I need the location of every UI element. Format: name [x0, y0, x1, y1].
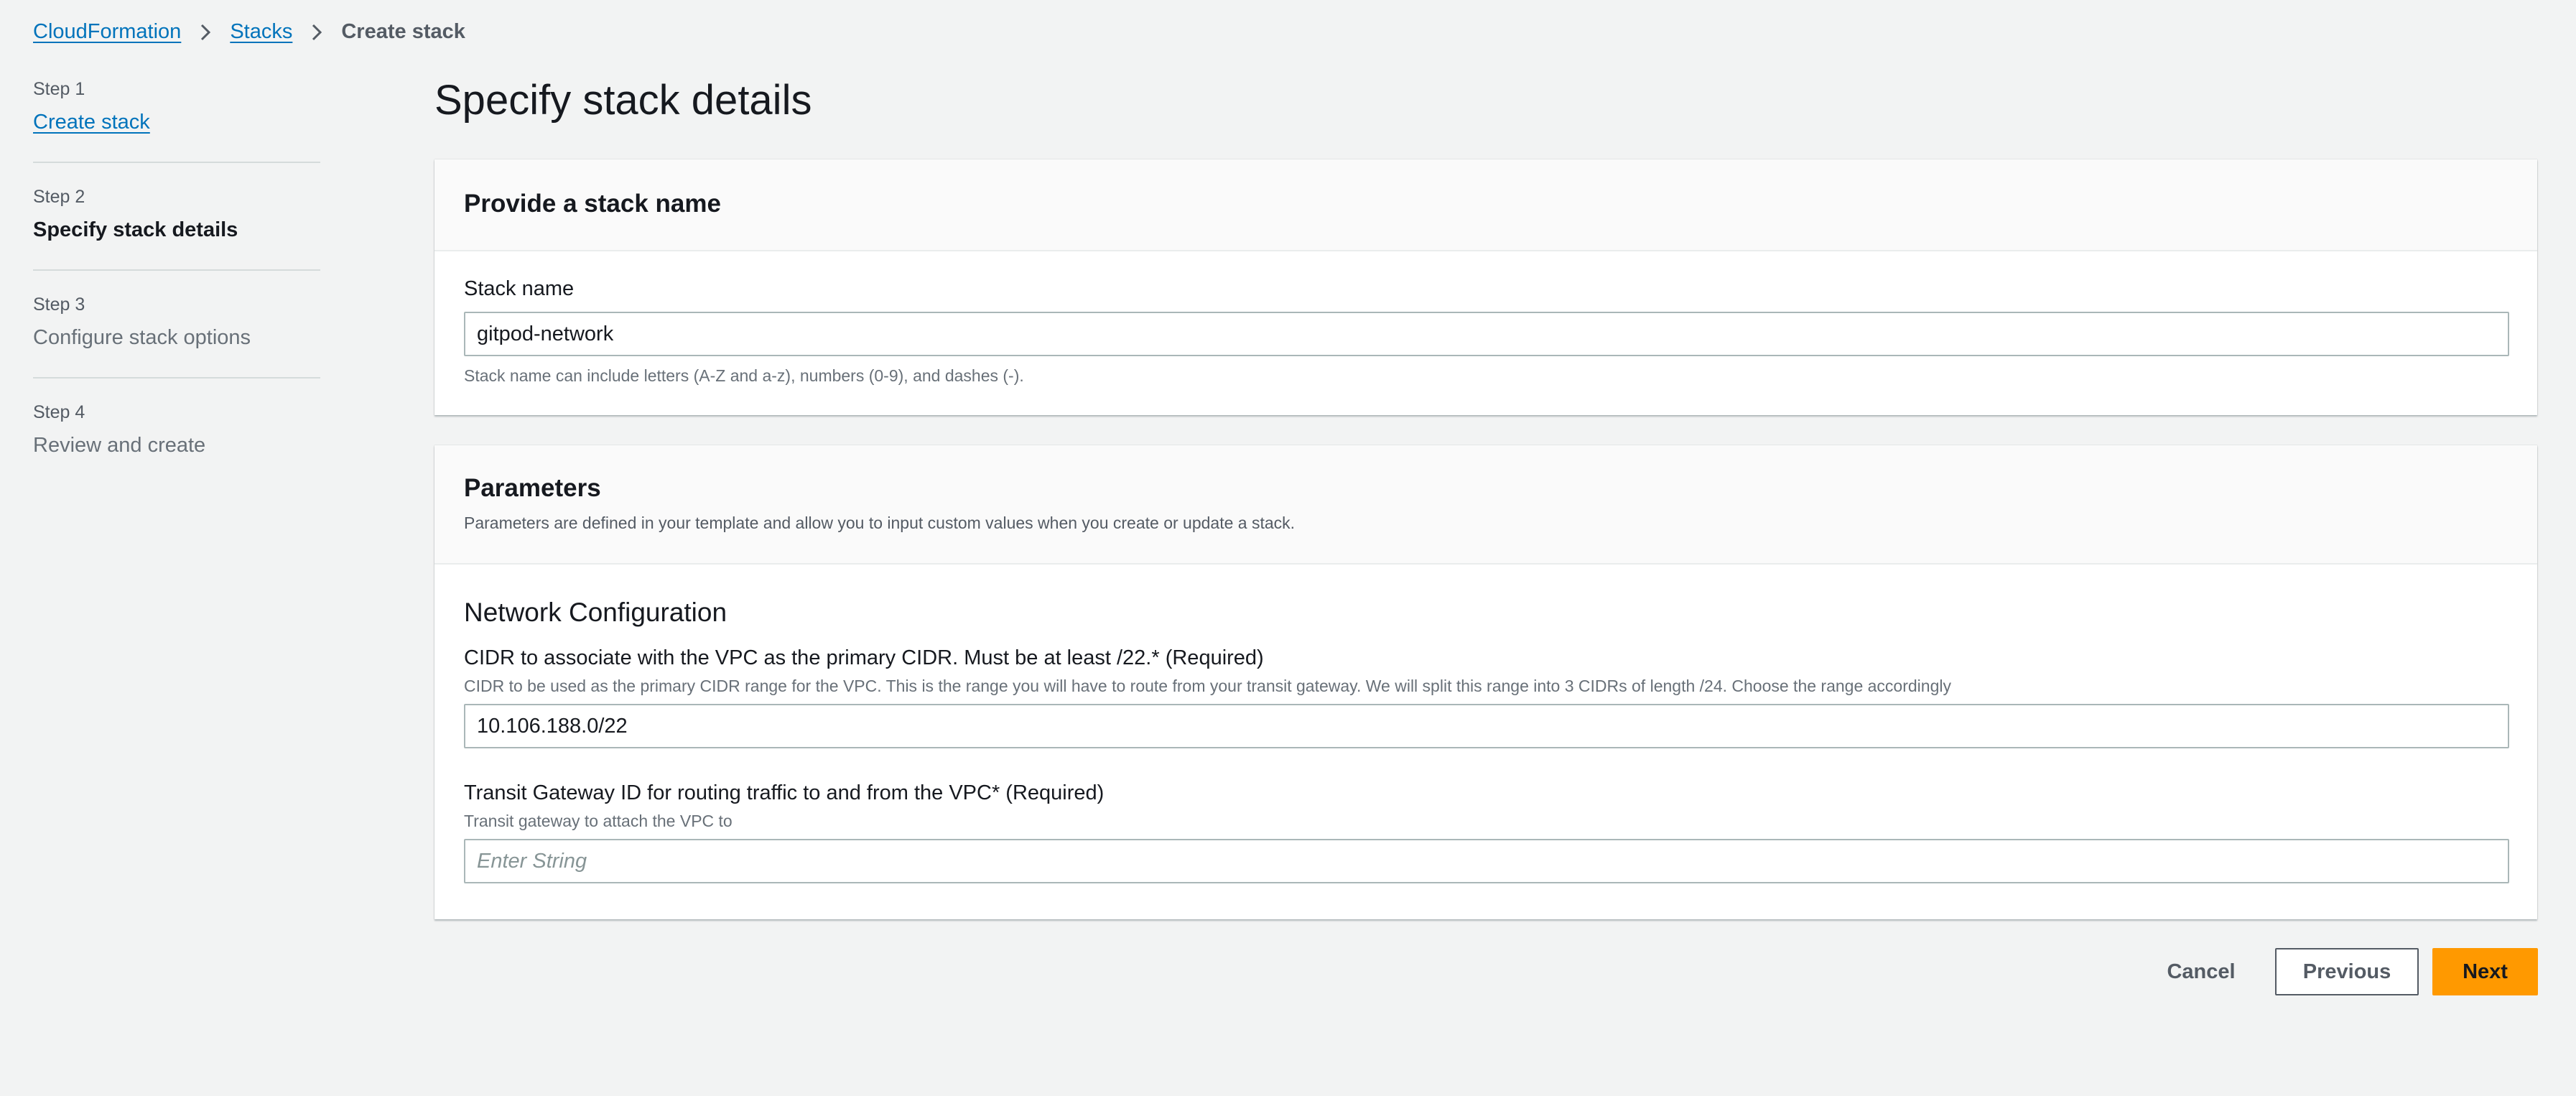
previous-button[interactable]: Previous: [2275, 948, 2419, 995]
cidr-label: CIDR to associate with the VPC as the pr…: [464, 646, 1264, 669]
step-number: Step 4: [33, 402, 85, 422]
step-2: Step 2 Specify stack details: [33, 184, 320, 292]
breadcrumb-link-stacks[interactable]: Stacks: [230, 20, 292, 44]
step-title: Review and create: [33, 434, 206, 457]
next-button[interactable]: Next: [2432, 948, 2538, 995]
divider: [33, 377, 320, 379]
page-title: Specify stack details: [434, 77, 812, 124]
divider: [33, 162, 320, 163]
stack-name-panel: Provide a stack name Stack name Stack na…: [434, 159, 2537, 415]
transit-gateway-hint: Transit gateway to attach the VPC to: [464, 812, 733, 830]
chevron-right-icon: [200, 23, 211, 42]
stack-name-hint: Stack name can include letters (A-Z and …: [464, 366, 1024, 385]
cancel-button[interactable]: Cancel: [2147, 948, 2255, 995]
chevron-right-icon: [311, 23, 322, 42]
step-number: Step 3: [33, 294, 85, 315]
breadcrumb-link-cloudformation[interactable]: CloudFormation: [33, 20, 181, 44]
step-number: Step 2: [33, 187, 85, 207]
breadcrumb-current: Create stack: [341, 20, 465, 43]
cidr-hint: CIDR to be used as the primary CIDR rang…: [464, 677, 1951, 695]
step-1: Step 1 Create stack: [33, 76, 320, 184]
transit-gateway-input[interactable]: [464, 839, 2509, 883]
stack-name-input[interactable]: [464, 312, 2509, 356]
panel-description: Parameters are defined in your template …: [464, 514, 1296, 532]
stack-name-label: Stack name: [464, 277, 575, 300]
wizard-steps: Step 1 Create stack Step 2 Specify stack…: [33, 76, 320, 507]
step-3: Step 3 Configure stack options: [33, 292, 320, 399]
section-title: Network Configuration: [464, 598, 727, 627]
panel-heading: Parameters: [464, 474, 601, 502]
panel-header: Parameters Parameters are defined in you…: [434, 445, 2537, 565]
step-title-current: Specify stack details: [33, 218, 238, 241]
step-title: Configure stack options: [33, 326, 251, 349]
panel-header: Provide a stack name: [434, 159, 2537, 251]
step-4: Step 4 Review and create: [33, 399, 320, 507]
divider: [33, 269, 320, 271]
parameters-panel: Parameters Parameters are defined in you…: [434, 445, 2537, 919]
transit-gateway-label: Transit Gateway ID for routing traffic t…: [464, 781, 1105, 804]
step-number: Step 1: [33, 79, 85, 99]
cidr-input[interactable]: [464, 704, 2509, 748]
step-link-create-stack[interactable]: Create stack: [33, 111, 150, 134]
panel-heading: Provide a stack name: [464, 190, 721, 218]
breadcrumb: CloudFormation Stacks Create stack: [33, 20, 465, 44]
